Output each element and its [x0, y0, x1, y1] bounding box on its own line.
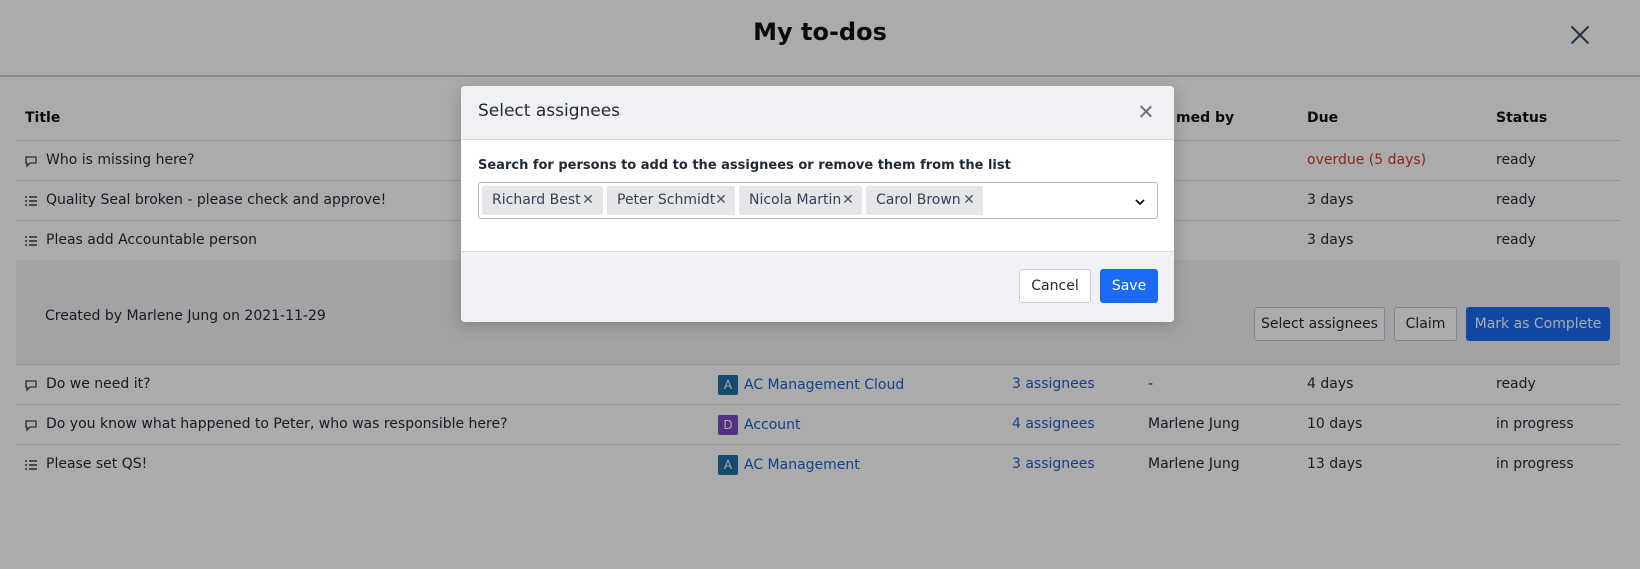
cancel-button[interactable]: Cancel — [1019, 269, 1091, 303]
remove-chip-icon[interactable]: ✕ — [713, 186, 729, 215]
remove-chip-icon[interactable]: ✕ — [961, 186, 977, 215]
save-button[interactable]: Save — [1100, 269, 1158, 303]
chevron-down-icon[interactable] — [1133, 194, 1147, 208]
chip-label: Carol Brown — [876, 192, 961, 208]
chip-label: Peter Schmidt — [617, 192, 716, 208]
assignee-chip: Peter Schmidt ✕ — [607, 186, 735, 215]
assignee-chip: Nicola Martin ✕ — [739, 186, 862, 215]
remove-chip-icon[interactable]: ✕ — [840, 186, 856, 215]
assignee-chip: Carol Brown ✕ — [866, 186, 983, 215]
dialog-header: Select assignees — [461, 86, 1174, 140]
assignee-chip: Richard Best ✕ — [482, 186, 603, 215]
assignees-multiselect[interactable]: Richard Best ✕ Peter Schmidt ✕ Nicola Ma… — [478, 182, 1158, 219]
dialog-footer: Cancel Save — [461, 251, 1174, 322]
chip-label: Richard Best — [492, 192, 581, 208]
search-label: Search for persons to add to the assigne… — [478, 158, 1011, 173]
select-assignees-dialog: Select assignees Search for persons to a… — [461, 86, 1174, 322]
remove-chip-icon[interactable]: ✕ — [580, 186, 596, 215]
chip-label: Nicola Martin — [749, 192, 842, 208]
close-icon[interactable] — [1136, 102, 1156, 122]
dialog-title: Select assignees — [478, 101, 621, 121]
